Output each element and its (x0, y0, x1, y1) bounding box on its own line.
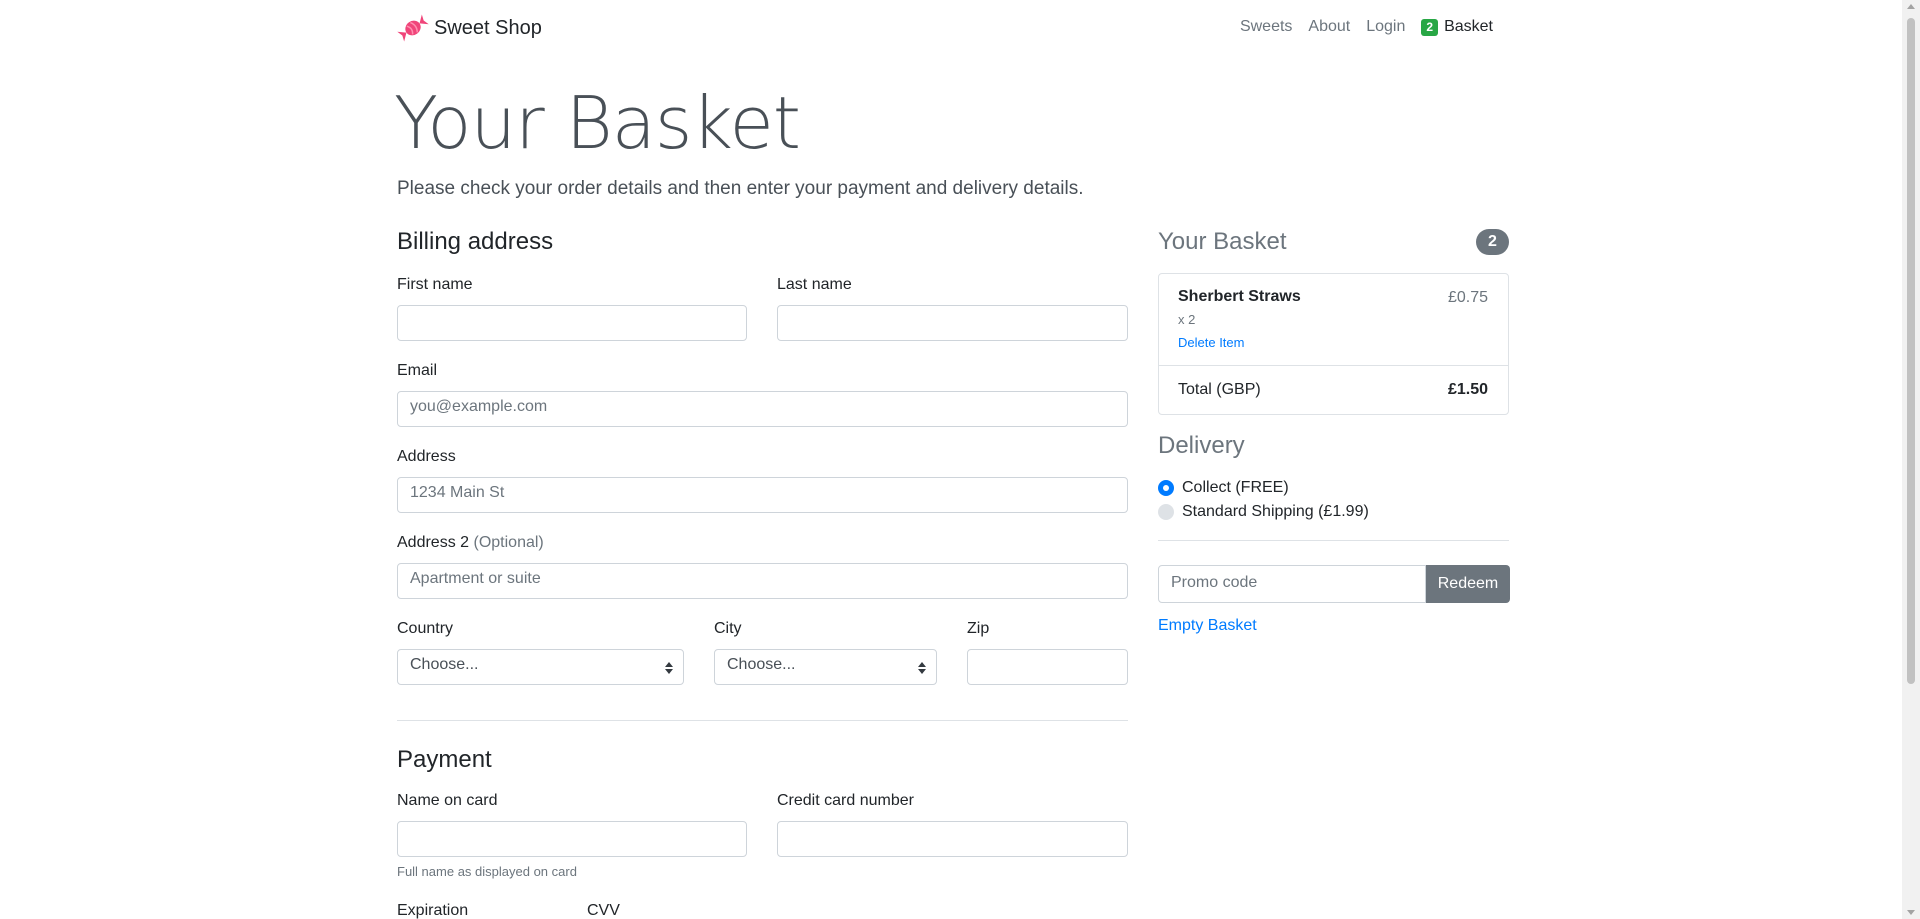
last-name-input[interactable] (777, 305, 1128, 341)
basket-link-label: Basket (1444, 18, 1493, 35)
card-divider (1159, 365, 1508, 366)
email-input[interactable]: you@example.com (397, 391, 1128, 427)
address2-label: Address 2 (Optional) (397, 534, 544, 552)
name-on-card-help: Full name as displayed on card (397, 864, 577, 879)
country-label: Country (397, 620, 454, 637)
cc-number-input[interactable] (777, 821, 1128, 857)
delivery-heading: Delivery (1158, 432, 1245, 459)
radio-unselected-icon[interactable] (1158, 504, 1174, 520)
delivery-option-collect[interactable]: Collect (FREE) (1158, 479, 1289, 497)
item-name: Sherbert Straws (1178, 288, 1301, 305)
brand-link[interactable]: Sweet Shop (397, 12, 542, 44)
item-quantity: x 2 (1178, 312, 1196, 327)
nav-about-link[interactable]: About (1308, 18, 1350, 36)
delivery-divider (1158, 540, 1509, 541)
select-arrows-icon (918, 662, 926, 674)
first-name-label: First name (397, 276, 473, 293)
promo-code-input[interactable]: Promo code (1158, 565, 1426, 603)
nav-login-link[interactable]: Login (1366, 18, 1405, 36)
vertical-scrollbar[interactable] (1902, 0, 1920, 919)
delivery-option-label: Collect (FREE) (1182, 479, 1289, 496)
total-value: £1.50 (1447, 381, 1488, 398)
section-divider (397, 720, 1128, 721)
country-select-value: Choose... (410, 656, 479, 673)
delete-item-link[interactable]: Delete Item (1178, 335, 1244, 350)
name-on-card-label: Name on card (397, 792, 498, 809)
navbar: Sweet Shop Sweets About Login 2 Basket (397, 0, 1509, 56)
first-name-input[interactable] (397, 305, 747, 341)
scroll-down-arrow-icon[interactable] (1907, 910, 1915, 915)
basket-count-pill: 2 (1476, 229, 1509, 255)
page: Sweet Shop Sweets About Login 2 Basket Y… (0, 0, 1902, 919)
empty-basket-link[interactable]: Empty Basket (1158, 617, 1257, 635)
main-container: Sweet Shop Sweets About Login 2 Basket Y… (394, 0, 1510, 919)
zip-input[interactable] (967, 649, 1128, 685)
address-input[interactable]: 1234 Main St (397, 477, 1128, 513)
city-label: City (714, 620, 742, 637)
nav-links: Sweets About Login 2 Basket (1224, 18, 1493, 36)
scroll-thumb[interactable] (1907, 18, 1915, 684)
country-select[interactable]: Choose... (397, 649, 684, 685)
address2-input[interactable]: Apartment or suite (397, 563, 1128, 599)
zip-label: Zip (967, 620, 990, 637)
cvv-label: CVV (587, 902, 620, 919)
total-label: Total (GBP) (1178, 381, 1261, 398)
redeem-button[interactable]: Redeem (1426, 565, 1510, 603)
expiration-label: Expiration (397, 902, 469, 919)
address2-label-text: Address 2 (397, 534, 470, 551)
radio-selected-icon[interactable] (1158, 480, 1174, 496)
email-label: Email (397, 362, 438, 379)
page-title: Your Basket (394, 81, 801, 165)
cc-number-label: Credit card number (777, 792, 914, 809)
basket-count-badge: 2 (1421, 18, 1439, 36)
city-select[interactable]: Choose... (714, 649, 937, 685)
item-price: £0.75 (1447, 289, 1488, 306)
billing-heading: Billing address (397, 228, 554, 255)
name-on-card-input[interactable] (397, 821, 747, 857)
payment-heading: Payment (397, 746, 492, 773)
nav-basket-link[interactable]: 2 Basket (1421, 18, 1493, 36)
select-arrows-icon (665, 662, 673, 674)
nav-sweets-link[interactable]: Sweets (1240, 18, 1292, 36)
basket-summary-title: Your Basket (1158, 228, 1287, 255)
candy-icon (397, 14, 429, 42)
scroll-up-arrow-icon[interactable] (1907, 4, 1915, 9)
city-select-value: Choose... (727, 656, 796, 673)
page-lead: Please check your order details and then… (397, 178, 1084, 199)
delivery-option-label: Standard Shipping (£1.99) (1182, 503, 1369, 520)
delivery-option-standard[interactable]: Standard Shipping (£1.99) (1158, 503, 1369, 521)
address-label: Address (397, 448, 456, 465)
basket-card: Sherbert Straws £0.75 x 2 Delete Item To… (1158, 273, 1509, 415)
address2-optional-text: (Optional) (473, 534, 544, 551)
last-name-label: Last name (777, 276, 852, 293)
brand-name: Sweet Shop (434, 16, 542, 39)
